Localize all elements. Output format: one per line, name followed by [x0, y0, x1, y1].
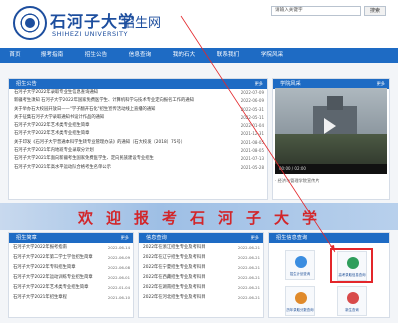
- annotation-arrow: [180, 15, 336, 253]
- arrow-line: [180, 15, 336, 253]
- arrow-head: [330, 245, 335, 252]
